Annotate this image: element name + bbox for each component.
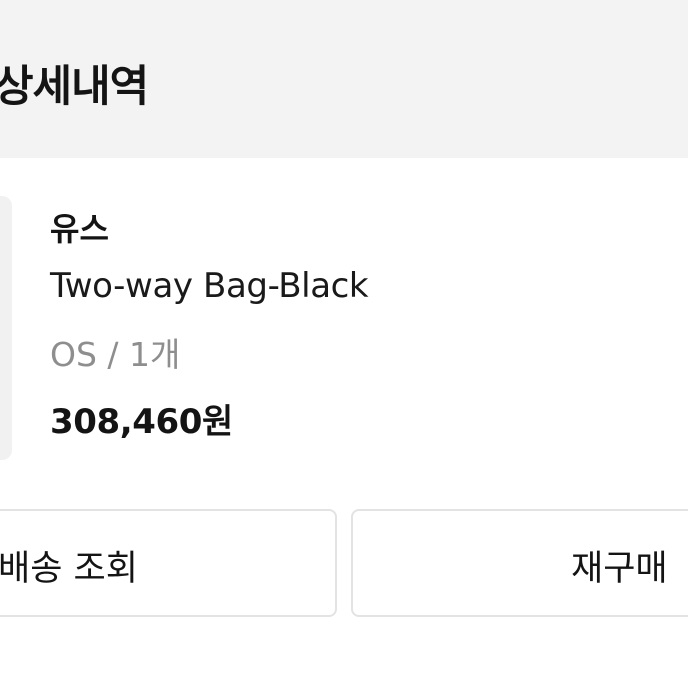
header-bar: 상세내역 xyxy=(0,0,688,158)
product-thumbnail[interactable] xyxy=(0,196,12,460)
reorder-label: 재구매 xyxy=(571,549,668,589)
brand-name: 유스 xyxy=(50,210,109,248)
track-delivery-label: 배송 조회 xyxy=(0,549,138,589)
reorder-button[interactable]: 재구매 xyxy=(351,509,688,617)
order-detail-page: 상세내역 유스 Two-way Bag-Black OS / 1개 308,46… xyxy=(0,0,688,688)
product-name: Two-way Bag-Black xyxy=(50,266,369,306)
product-option: OS / 1개 xyxy=(50,335,181,374)
track-delivery-button[interactable]: 배송 조회 xyxy=(0,509,337,617)
product-price: 308,460원 xyxy=(50,402,233,442)
page-title: 상세내역 xyxy=(0,62,149,112)
